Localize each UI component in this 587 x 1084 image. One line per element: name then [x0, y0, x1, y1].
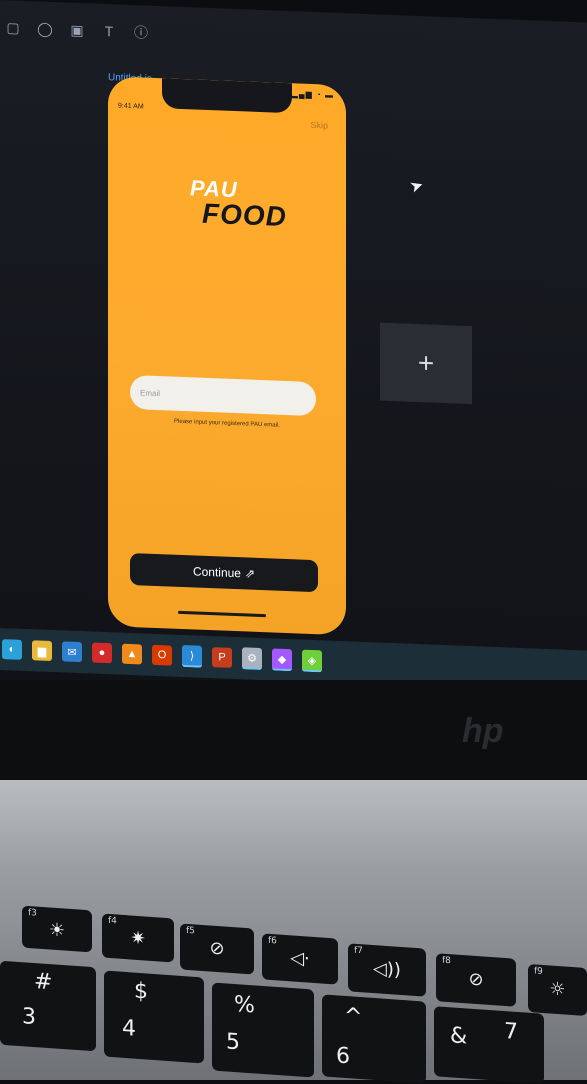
key-5-main: 5: [226, 1029, 240, 1056]
info-icon[interactable]: ⓘ: [132, 23, 150, 42]
monitor-screen: ▢ ◯ ▣ T ⓘ Untitled.js 9:41 AM ▂▄▆ ◔ ▬ Sk…: [0, 0, 587, 713]
continue-label: Continue: [192, 564, 241, 581]
brightness-up-icon: ✷: [130, 927, 146, 950]
skip-link[interactable]: Skip: [310, 120, 328, 131]
email-hint: Please input your registered PAU email.: [174, 418, 280, 429]
key-f9[interactable]: f9 ☼: [528, 963, 587, 1017]
key-7[interactable]: & 7: [434, 1006, 544, 1084]
key-f5[interactable]: f5 ⊘: [180, 923, 254, 975]
office-icon[interactable]: O: [152, 644, 172, 666]
add-screen-button[interactable]: +: [380, 322, 472, 405]
brightness-down-icon: ☀: [48, 919, 66, 942]
file-explorer-icon[interactable]: ▆: [32, 640, 52, 661]
key-f7[interactable]: f7 ◁)): [348, 943, 426, 997]
rect-icon[interactable]: ▢: [4, 18, 22, 37]
key-4[interactable]: $ 4: [104, 970, 204, 1064]
continue-button[interactable]: Continue ⇗: [130, 552, 318, 593]
backlight-icon: ☼: [549, 978, 566, 1001]
mic-mute-icon: ⊘: [468, 968, 484, 991]
record-icon[interactable]: ●: [92, 642, 112, 664]
key-f9-label: f9: [534, 966, 543, 977]
key-f3[interactable]: f3 ☀: [22, 905, 92, 953]
hp-logo: hp: [462, 712, 504, 750]
key-f3-label: f3: [28, 907, 37, 919]
email-field[interactable]: [130, 374, 316, 417]
home-indicator: [178, 610, 266, 618]
key-7-main: 7: [504, 1019, 518, 1046]
key-6-top: ^: [344, 1003, 363, 1031]
status-icons: ▂▄▆ ◔ ▬: [291, 89, 334, 100]
vscode-icon[interactable]: ⟩: [182, 644, 202, 668]
key-5[interactable]: % 5: [212, 982, 314, 1078]
mail-icon[interactable]: ✉: [62, 641, 82, 663]
logo-food: FOOD: [202, 197, 287, 233]
editor-toolbar: ▢ ◯ ▣ T ⓘ: [4, 18, 150, 42]
key-4-main: 4: [122, 1015, 136, 1042]
laptop-keyboard-deck: f3 ☀ f4 ✷ f5 ⊘ f6 ◁· f7 ◁)) f8 ⊘ f9 ☼ # …: [0, 780, 587, 1084]
bluestacks-icon[interactable]: ◈: [302, 649, 322, 673]
figma-icon[interactable]: ◆: [272, 648, 292, 672]
key-f4-label: f4: [108, 915, 117, 927]
key-f5-label: f5: [186, 925, 195, 937]
vlc-icon[interactable]: ▲: [122, 643, 142, 665]
volume-down-icon: ◁·: [290, 947, 310, 970]
edge-icon[interactable]: ◐: [2, 639, 22, 660]
key-f8-label: f8: [442, 955, 451, 967]
key-6[interactable]: ^ 6: [322, 994, 426, 1084]
key-6-main: 6: [336, 1043, 350, 1070]
key-f8[interactable]: f8 ⊘: [436, 953, 516, 1007]
text-icon[interactable]: T: [100, 22, 118, 41]
status-time: 9:41 AM: [118, 102, 144, 111]
key-3[interactable]: # 3: [0, 960, 96, 1052]
image-icon[interactable]: ▣: [68, 21, 86, 40]
key-3-top: #: [34, 969, 53, 996]
volume-up-icon: ◁)): [373, 958, 401, 981]
mouse-cursor-icon: ➤: [407, 176, 427, 197]
pau-food-logo: PAU FOOD: [190, 175, 287, 233]
key-f7-label: f7: [354, 945, 363, 957]
phone-notch: [162, 78, 292, 114]
key-3-main: 3: [22, 1004, 36, 1031]
key-5-top: %: [234, 991, 255, 1019]
powerpoint-icon[interactable]: P: [212, 647, 232, 668]
circle-icon[interactable]: ◯: [36, 19, 54, 38]
key-4-top: $: [134, 978, 148, 1005]
key-f6-label: f6: [268, 935, 277, 947]
share-icon: ⇗: [244, 566, 256, 581]
mute-icon: ⊘: [209, 937, 225, 960]
phone-mockup: 9:41 AM ▂▄▆ ◔ ▬ Skip PAU FOOD Please inp…: [108, 76, 346, 636]
settings-icon[interactable]: ⚙: [242, 647, 262, 671]
key-7-top: &: [450, 1023, 468, 1050]
key-f4[interactable]: f4 ✷: [102, 913, 174, 963]
key-f6[interactable]: f6 ◁·: [262, 933, 338, 985]
